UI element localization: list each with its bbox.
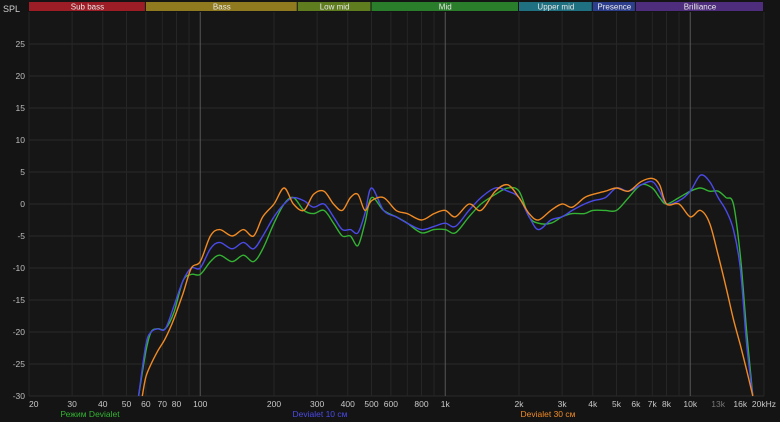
x-tick-label: 3k (558, 399, 568, 409)
x-tick-label: 800 (414, 399, 428, 409)
x-tick-label: 30 (67, 399, 77, 409)
x-tick-label: 7k (648, 399, 658, 409)
legend-entry: Режим Devialet (60, 409, 120, 419)
x-tick-label: 20kHz (752, 399, 776, 409)
frequency-bands: Sub bass Bass Low mid Mid Upper mid Presence B… (29, 2, 763, 12)
x-tick-label: 10k (683, 399, 697, 409)
y-tick-label: 25 (16, 39, 26, 49)
band-label: Bass (213, 3, 231, 12)
y-tick-label: 5 (20, 167, 25, 177)
x-tick-label: 20 (29, 399, 39, 409)
x-tick-label: 400 (341, 399, 355, 409)
legend: Режим Devialet Devialet 10 см Devialet 30 … (60, 409, 575, 419)
x-tick-label: 2k (515, 399, 525, 409)
x-tick-label: 16k (733, 399, 747, 409)
x-tick-label: 300 (310, 399, 324, 409)
frequency-response-chart: Sub bass Bass Low mid Mid Upper mid Presence B… (3, 2, 776, 419)
x-tick-label: 60 (141, 399, 151, 409)
band-label: Brilliance (684, 3, 717, 12)
y-tick-label: 0 (20, 199, 25, 209)
y-tick-label: 15 (16, 103, 26, 113)
band-label: Presence (597, 3, 631, 12)
x-tick-label: 80 (172, 399, 182, 409)
band-label: Upper mid (537, 3, 574, 12)
x-tick-label: 200 (267, 399, 281, 409)
x-tick-label: 600 (384, 399, 398, 409)
x-tick-label: 6k (631, 399, 641, 409)
y-tick-label: 20 (16, 71, 26, 81)
y-tick-label: -20 (13, 327, 26, 337)
band-label: Sub bass (71, 3, 104, 12)
x-tick-label: 500 (364, 399, 378, 409)
x-tick-label: 40 (98, 399, 108, 409)
legend-entry: Devialet 30 см (521, 409, 576, 419)
x-tick-label: 1k (441, 399, 451, 409)
y-tick-label: -5 (17, 231, 25, 241)
y-tick-label: -10 (13, 263, 26, 273)
band-label: Mid (439, 3, 452, 12)
y-tick-label: -15 (13, 295, 26, 305)
x-tick-label: 100 (193, 399, 207, 409)
y-tick-label: 10 (16, 135, 26, 145)
x-tick-label: 13k (711, 399, 725, 409)
x-tick-label: 8k (662, 399, 672, 409)
x-tick-label: 70 (158, 399, 168, 409)
x-tick-label: 5k (612, 399, 622, 409)
y-tick-label: -30 (13, 391, 26, 401)
y-tick-label: -25 (13, 359, 26, 369)
x-axis: 20 30 40 50 60 70 80 100 200 300 400 500 600 800 1k 2k 3… (29, 399, 776, 409)
x-tick-label: 50 (122, 399, 132, 409)
x-tick-label: 4k (588, 399, 598, 409)
y-axis: -30 -25 -20 -15 -10 -5 0 5 10 15 20 25 (13, 39, 26, 401)
legend-entry: Devialet 10 см (293, 409, 348, 419)
band-label: Low mid (320, 3, 350, 12)
y-axis-label: SPL (3, 4, 20, 14)
